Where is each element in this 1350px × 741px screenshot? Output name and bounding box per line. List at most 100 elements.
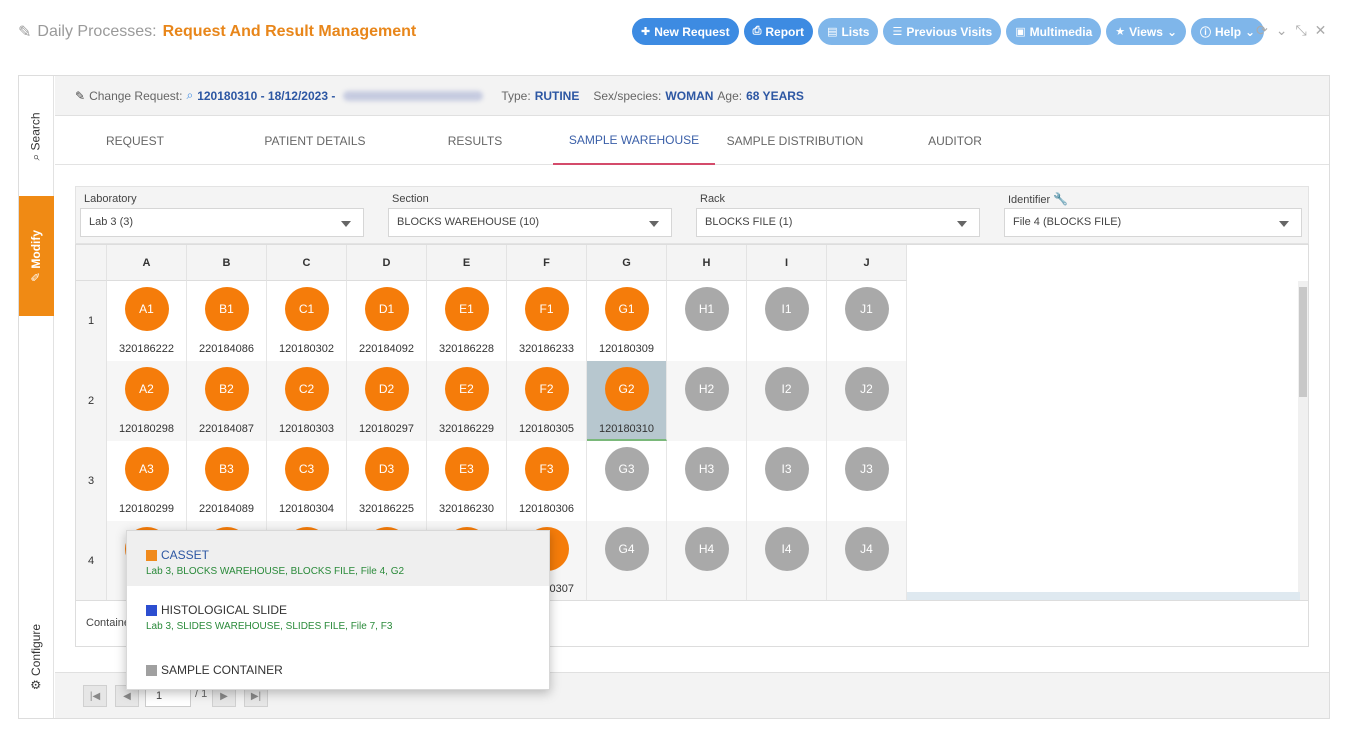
- report-button[interactable]: ⎙ Report: [743, 18, 814, 45]
- slot-marker[interactable]: I1: [764, 287, 809, 331]
- collapse-icon[interactable]: ⤡: [1295, 22, 1306, 39]
- grid-cell[interactable]: D2 120180297: [347, 361, 427, 441]
- grid-cell[interactable]: C1 120180302: [267, 281, 347, 361]
- tab-sample-warehouse[interactable]: SAMPLE WAREHOUSE: [553, 116, 715, 165]
- slot-marker[interactable]: B2: [204, 367, 249, 411]
- grid-cell[interactable]: G3: [587, 441, 667, 521]
- container-label: Containe: [86, 617, 131, 629]
- slot-marker[interactable]: H4: [684, 527, 729, 571]
- slot-marker[interactable]: E2: [444, 367, 489, 411]
- grid-cell[interactable]: A2 120180298: [107, 361, 187, 441]
- lists-button[interactable]: ▤ Lists: [818, 18, 879, 45]
- grid-cell[interactable]: H3: [667, 441, 747, 521]
- grid-cell[interactable]: F3 120180306: [507, 441, 587, 521]
- grid-cell[interactable]: J2: [827, 361, 907, 441]
- scrollbar-thumb[interactable]: [1299, 287, 1307, 397]
- slot-marker[interactable]: G1: [604, 287, 649, 331]
- slot-marker[interactable]: G4: [604, 527, 649, 571]
- grid-cell[interactable]: E1 320186228: [427, 281, 507, 361]
- slot-marker[interactable]: C2: [284, 367, 329, 411]
- slot-marker[interactable]: F1: [524, 287, 569, 331]
- grid-cell[interactable]: H1: [667, 281, 747, 361]
- slot-marker[interactable]: E1: [444, 287, 489, 331]
- slot-marker[interactable]: C3: [284, 447, 329, 491]
- slot-marker[interactable]: A2: [124, 367, 169, 411]
- tab-results[interactable]: RESULTS: [415, 116, 535, 165]
- slot-marker[interactable]: D1: [364, 287, 409, 331]
- slot-marker[interactable]: D2: [364, 367, 409, 411]
- grid-cell[interactable]: B1 220184086: [187, 281, 267, 361]
- grid-cell[interactable]: J3: [827, 441, 907, 521]
- sidebar-tab-modify[interactable]: ✎ Modify: [19, 196, 54, 316]
- slot-marker[interactable]: F3: [524, 447, 569, 491]
- grid-cell[interactable]: E2 320186229: [427, 361, 507, 441]
- laboratory-select[interactable]: Lab 3 (3): [80, 208, 364, 237]
- new-request-button[interactable]: ✚ New Request: [632, 18, 739, 45]
- tab-sample-distribution[interactable]: SAMPLE DISTRIBUTION: [715, 116, 875, 165]
- slot-marker[interactable]: J4: [844, 527, 889, 571]
- slot-marker[interactable]: H2: [684, 367, 729, 411]
- grid-cell[interactable]: B3 220184089: [187, 441, 267, 521]
- grid-cell[interactable]: E3 320186230: [427, 441, 507, 521]
- identifier-select[interactable]: File 4 (BLOCKS FILE): [1004, 208, 1302, 237]
- grid-cell[interactable]: A1 320186222: [107, 281, 187, 361]
- grid-cell[interactable]: G2 120180310: [587, 361, 667, 441]
- first-page-button[interactable]: |◀: [83, 685, 107, 707]
- slot-marker[interactable]: B3: [204, 447, 249, 491]
- slot-marker[interactable]: A3: [124, 447, 169, 491]
- grid-cell[interactable]: H4: [667, 521, 747, 600]
- slot-marker[interactable]: A1: [124, 287, 169, 331]
- slot-marker[interactable]: D3: [364, 447, 409, 491]
- grid-cell[interactable]: B2 220184087: [187, 361, 267, 441]
- grid-cell[interactable]: D3 320186225: [347, 441, 427, 521]
- slot-marker[interactable]: J3: [844, 447, 889, 491]
- grid-cell[interactable]: A3 120180299: [107, 441, 187, 521]
- help-button[interactable]: ⓘ Help ⌄: [1191, 18, 1265, 45]
- popup-item[interactable]: HISTOLOGICAL SLIDE Lab 3, SLIDES WAREHOUS…: [127, 586, 549, 636]
- grid-cell[interactable]: I3: [747, 441, 827, 521]
- slot-marker[interactable]: H3: [684, 447, 729, 491]
- grid-cell[interactable]: C3 120180304: [267, 441, 347, 521]
- grid-cell[interactable]: G4: [587, 521, 667, 600]
- slot-marker[interactable]: I3: [764, 447, 809, 491]
- grid-cell[interactable]: I1: [747, 281, 827, 361]
- slot-marker[interactable]: I4: [764, 527, 809, 571]
- wrench-icon[interactable]: 🔧: [1053, 192, 1068, 206]
- sidebar-tab-search[interactable]: ⌕ Search: [19, 76, 54, 196]
- section-select[interactable]: BLOCKS WAREHOUSE (10): [388, 208, 672, 237]
- search-icon[interactable]: ⌕: [186, 88, 193, 103]
- views-button[interactable]: ★ Views ⌄: [1106, 18, 1187, 45]
- grid-cell[interactable]: F2 120180305: [507, 361, 587, 441]
- grid-cell[interactable]: D1 220184092: [347, 281, 427, 361]
- grid-cell[interactable]: H2: [667, 361, 747, 441]
- tab-auditor[interactable]: AUDITOR: [895, 116, 1015, 165]
- grid-cell[interactable]: F1 320186233: [507, 281, 587, 361]
- slot-marker[interactable]: F2: [524, 367, 569, 411]
- slot-marker[interactable]: J2: [844, 367, 889, 411]
- slot-marker[interactable]: G2: [604, 367, 649, 411]
- popup-item[interactable]: CASSET Lab 3, BLOCKS WAREHOUSE, BLOCKS FI…: [127, 531, 549, 586]
- grid-cell[interactable]: I4: [747, 521, 827, 600]
- grid-cell[interactable]: J4: [827, 521, 907, 600]
- grid-cell[interactable]: J1: [827, 281, 907, 361]
- slot-marker[interactable]: B1: [204, 287, 249, 331]
- rack-select[interactable]: BLOCKS FILE (1): [696, 208, 980, 237]
- multimedia-button[interactable]: ▣ Multimedia: [1006, 18, 1102, 45]
- grid-cell[interactable]: C2 120180303: [267, 361, 347, 441]
- slot-marker[interactable]: J1: [844, 287, 889, 331]
- grid-cell[interactable]: I2: [747, 361, 827, 441]
- sidebar-tab-configure[interactable]: ⚙ Configure: [19, 596, 54, 718]
- tab-patient-details[interactable]: PATIENT DETAILS: [235, 116, 395, 165]
- slot-marker[interactable]: C1: [284, 287, 329, 331]
- slot-marker[interactable]: G3: [604, 447, 649, 491]
- slot-marker[interactable]: H1: [684, 287, 729, 331]
- refresh-icon[interactable]: ⟳: [1256, 22, 1268, 39]
- close-icon[interactable]: ✕: [1315, 22, 1327, 39]
- tab-request[interactable]: REQUEST: [75, 116, 195, 165]
- slot-marker[interactable]: I2: [764, 367, 809, 411]
- slot-marker[interactable]: E3: [444, 447, 489, 491]
- chevron-down-icon[interactable]: ⌄: [1276, 22, 1288, 39]
- grid-cell[interactable]: G1 120180309: [587, 281, 667, 361]
- previous-visits-button[interactable]: ☰ Previous Visits: [883, 18, 1002, 45]
- popup-item[interactable]: SAMPLE CONTAINER: [127, 641, 549, 689]
